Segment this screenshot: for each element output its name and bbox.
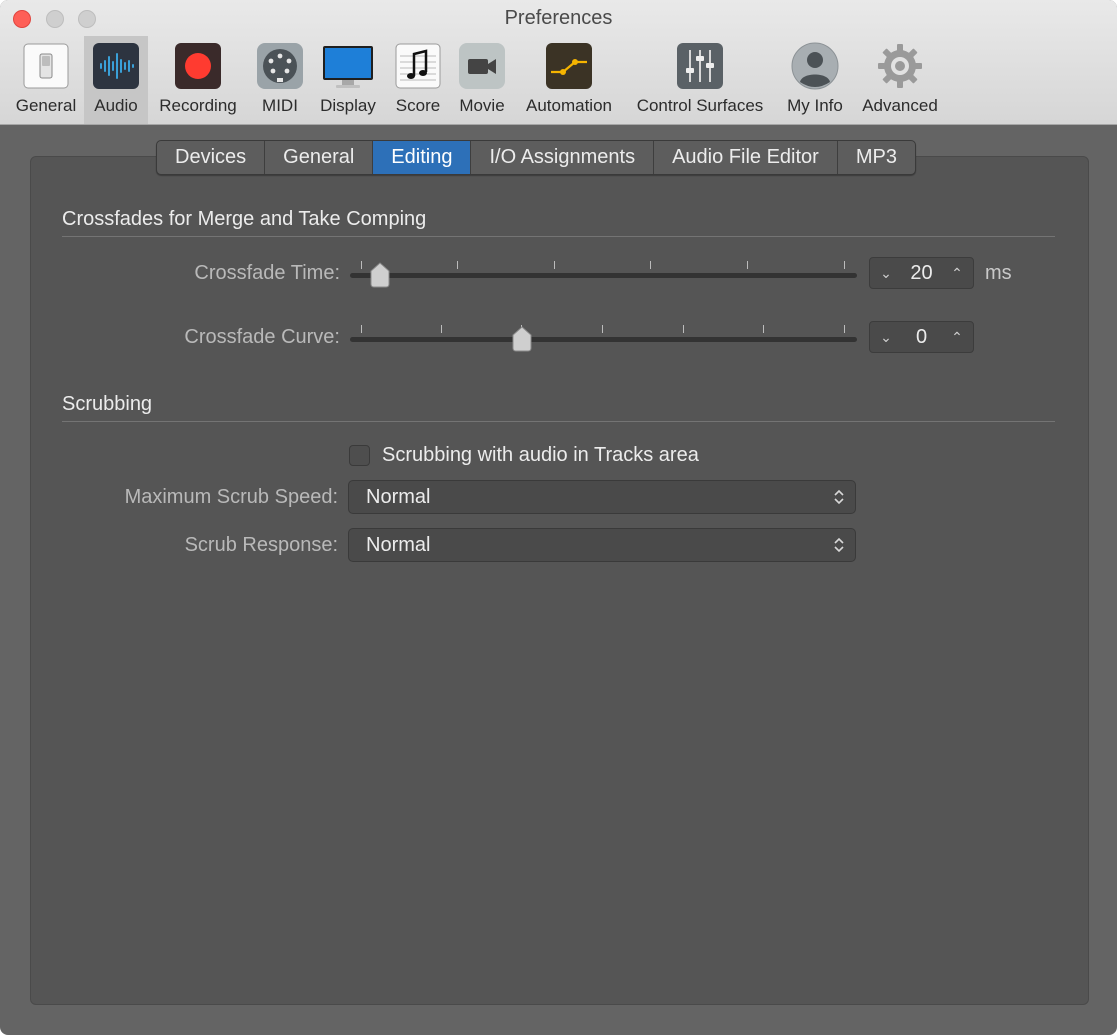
toolbar-label: Control Surfaces	[636, 96, 764, 115]
slider-tick	[602, 325, 603, 333]
crossfade-curve-label: Crossfade Curve:	[184, 326, 340, 348]
display-monitor-icon	[323, 46, 373, 88]
slider-tick	[457, 261, 458, 269]
updown-chevron-icon	[834, 537, 844, 553]
toolbar-label: Movie	[459, 96, 505, 115]
titlebar: Preferences General Audio Recording MIDI…	[0, 0, 1117, 125]
automation-curve-icon	[546, 43, 592, 89]
tab-devices[interactable]: Devices	[157, 141, 266, 174]
slider-tick	[763, 325, 764, 333]
scrubbing-checkbox-label[interactable]: Scrubbing with audio in Tracks area	[382, 444, 699, 467]
toolbar-label: Automation	[526, 96, 612, 115]
max-scrub-speed-value: Normal	[366, 486, 431, 508]
toolbar-label: General	[15, 96, 77, 115]
toolbar-item-score[interactable]: Score	[389, 36, 447, 124]
toolbar-item-midi[interactable]: MIDI	[252, 36, 308, 124]
midi-connector-icon	[257, 43, 303, 89]
slider-tick	[844, 325, 845, 333]
chevron-down-icon[interactable]: ⌄	[872, 322, 900, 352]
slider-track	[350, 337, 857, 342]
slider-tick	[747, 261, 748, 269]
max-scrub-speed-popup[interactable]: Normal	[348, 480, 856, 514]
toolbar-label: MIDI	[262, 96, 298, 115]
toolbar-item-advanced[interactable]: Advanced	[856, 36, 944, 124]
section-title-scrubbing: Scrubbing	[62, 393, 153, 415]
toolbar-item-control-surfaces[interactable]: Control Surfaces	[626, 36, 774, 124]
preferences-window: Preferences General Audio Recording MIDI…	[0, 0, 1117, 1035]
toolbar-label: Display	[320, 96, 376, 115]
record-icon	[175, 43, 221, 89]
slider-tick	[683, 325, 684, 333]
updown-chevron-icon	[834, 489, 844, 505]
toolbar-label: Score	[395, 96, 441, 115]
tab-io-assignments[interactable]: I/O Assignments	[471, 141, 655, 174]
scrub-response-value: Normal	[366, 534, 431, 556]
toolbar-item-my-info[interactable]: My Info	[781, 36, 849, 124]
slider-knob[interactable]	[511, 326, 533, 352]
section-divider	[62, 421, 1055, 422]
toolbar-item-recording[interactable]: Recording	[152, 36, 244, 124]
crossfade-time-unit: ms	[985, 262, 1012, 284]
toolbar-item-audio[interactable]: Audio	[84, 36, 148, 124]
chevron-down-icon[interactable]: ⌄	[872, 258, 900, 288]
slider-tick	[361, 261, 362, 269]
slider-tick	[844, 261, 845, 269]
toolbar-label: Recording	[159, 96, 237, 115]
section-title-crossfades: Crossfades for Merge and Take Comping	[62, 208, 427, 230]
faders-icon	[677, 43, 723, 89]
toolbar-item-movie[interactable]: Movie	[453, 36, 511, 124]
chevron-up-icon[interactable]: ⌃	[943, 322, 971, 352]
tab-editing[interactable]: Editing	[373, 141, 472, 174]
window-title: Preferences	[504, 7, 613, 29]
tab-general[interactable]: General	[265, 141, 374, 174]
slider-track	[350, 273, 857, 278]
slider-tick	[361, 325, 362, 333]
general-switch-icon	[23, 43, 69, 89]
crossfade-curve-stepper[interactable]: ⌄ 0 ⌃	[869, 321, 974, 353]
tab-bar: Devices General Editing I/O Assignments …	[156, 140, 916, 175]
section-divider	[62, 236, 1055, 237]
slider-tick	[441, 325, 442, 333]
tab-audio-file-editor[interactable]: Audio File Editor	[654, 141, 838, 174]
toolbar-item-automation[interactable]: Automation	[517, 36, 621, 124]
crossfade-time-value[interactable]: 20	[898, 258, 945, 288]
music-note-icon	[395, 43, 441, 89]
toolbar-item-display[interactable]: Display	[314, 36, 382, 124]
user-silhouette-icon	[791, 42, 839, 90]
toolbar-label: Audio	[94, 96, 138, 115]
gear-icon	[878, 44, 922, 88]
crossfade-curve-value[interactable]: 0	[898, 322, 945, 352]
scrub-response-popup[interactable]: Normal	[348, 528, 856, 562]
tab-mp3[interactable]: MP3	[838, 141, 915, 174]
toolbar-label: My Info	[787, 96, 843, 115]
slider-tick	[650, 261, 651, 269]
movie-camera-icon	[459, 43, 505, 89]
toolbar-label: Advanced	[862, 96, 938, 115]
chevron-up-icon[interactable]: ⌃	[943, 258, 971, 288]
toolbar-item-general[interactable]: General	[8, 36, 84, 124]
crossfade-time-stepper[interactable]: ⌄ 20 ⌃	[869, 257, 974, 289]
audio-waveform-icon	[93, 43, 139, 89]
crossfade-time-label: Crossfade Time:	[194, 262, 340, 284]
slider-tick	[554, 261, 555, 269]
slider-knob[interactable]	[369, 262, 391, 288]
max-scrub-speed-label: Maximum Scrub Speed:	[124, 486, 338, 508]
scrubbing-checkbox[interactable]	[349, 445, 370, 466]
scrub-response-label: Scrub Response:	[184, 534, 338, 556]
